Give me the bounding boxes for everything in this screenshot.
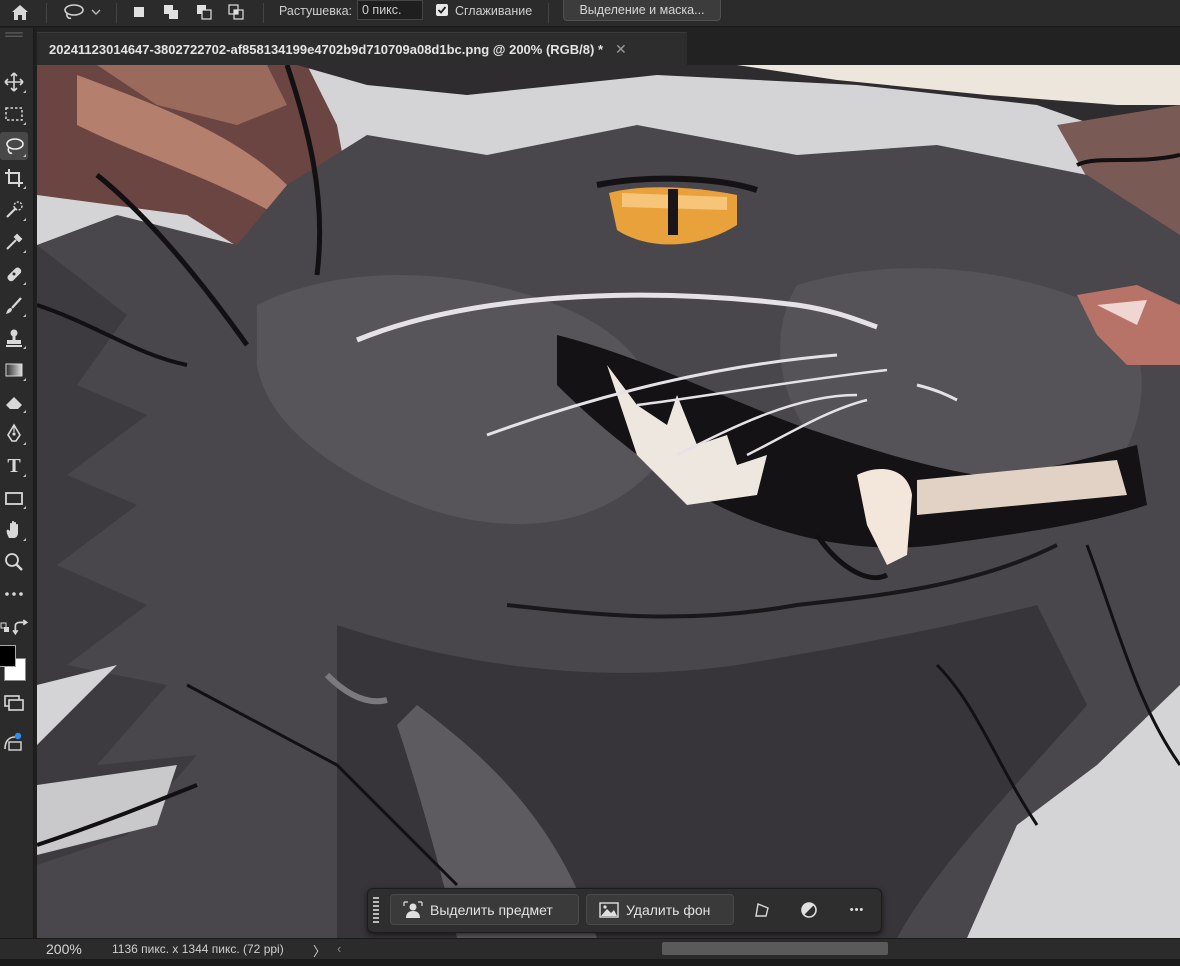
swap-colors-button[interactable] (12, 619, 30, 636)
adjustment-button[interactable] (796, 897, 822, 923)
eraser-tool[interactable] (0, 388, 28, 416)
contextual-task-bar: Выделить предмет Удалить фон ••• (367, 888, 882, 933)
bottom-edge (0, 959, 1180, 966)
artwork-image (37, 65, 1180, 938)
remove-background-label: Удалить фон (626, 901, 711, 918)
zoom-icon (5, 553, 23, 571)
zoom-level[interactable]: 200% (46, 941, 82, 957)
edit-toolbar[interactable] (0, 580, 28, 608)
horizontal-scrollbar-thumb[interactable] (662, 942, 888, 955)
more-icon[interactable]: ••• (844, 897, 870, 923)
pen-icon (7, 423, 21, 442)
document-info: 1136 пикс. x 1344 пикс. (72 ppi) (112, 942, 284, 956)
close-icon[interactable]: ✕ (615, 41, 627, 58)
lasso-icon (64, 4, 84, 20)
move-tool-icon (4, 72, 24, 92)
eyedropper-tool[interactable] (0, 228, 28, 256)
separator (116, 3, 117, 23)
separator (548, 3, 549, 23)
brush-icon (6, 297, 22, 314)
eraser-icon (6, 397, 22, 409)
scroll-left-arrow[interactable]: ‹ (337, 941, 341, 956)
crop-tool-icon (5, 169, 23, 187)
rectangle-tool[interactable] (0, 484, 28, 512)
subtract-from-selection-icon (197, 5, 212, 20)
transform-icon (755, 903, 769, 917)
clone-stamp-tool[interactable] (0, 324, 28, 352)
intersect-selection-icon (228, 4, 244, 20)
lasso-tool-icon (6, 138, 24, 154)
marquee-tool-icon (5, 107, 23, 121)
antialias-label: Сглаживание (455, 4, 533, 18)
status-menu-arrow[interactable]: 〉 (313, 941, 326, 960)
task-bar-grip[interactable] (373, 897, 379, 923)
quick-selection-tool[interactable] (0, 196, 28, 224)
add-to-selection-button[interactable] (159, 0, 183, 24)
type-icon: T (7, 454, 21, 477)
hand-tool[interactable] (0, 516, 28, 544)
transform-button[interactable] (749, 897, 775, 923)
new-selection-icon (134, 7, 144, 17)
healing-brush-tool[interactable] (0, 260, 28, 288)
document-tab[interactable]: 20241123014647-3802722702-af858134199e47… (37, 32, 687, 66)
status-bar: 200% 1136 пикс. x 1344 пикс. (72 ppi) 〉 … (0, 938, 1180, 959)
tools-panel: T (0, 28, 34, 938)
zoom-tool[interactable] (0, 548, 28, 576)
chevron-down-icon (91, 9, 101, 15)
antialias-checkbox[interactable] (436, 4, 448, 16)
screen-mode-button[interactable] (0, 728, 28, 756)
home-button[interactable] (6, 0, 34, 24)
move-tool[interactable] (0, 68, 28, 96)
eyedropper-icon (6, 233, 23, 250)
new-selection-button[interactable] (127, 0, 151, 24)
document-tab-title: 20241123014647-3802722702-af858134199e47… (49, 42, 604, 57)
quick-selection-icon (6, 201, 23, 218)
hand-icon (6, 520, 19, 538)
lasso-tool[interactable] (0, 132, 28, 160)
crop-tool[interactable] (0, 164, 28, 192)
gradient-icon (5, 363, 23, 377)
screen-mode-icon (4, 732, 22, 751)
separator (263, 3, 264, 23)
more-tools-icon (5, 592, 23, 596)
feather-label: Растушевка: (279, 4, 353, 18)
healing-brush-icon (7, 267, 22, 282)
options-bar: Растушевка: Сглаживание Выделение и маск… (0, 0, 1180, 27)
select-subject-label: Выделить предмет (430, 901, 553, 918)
gradient-tool[interactable] (0, 356, 28, 384)
foreground-color-swatch[interactable] (0, 645, 16, 667)
toolbar-grip[interactable] (0, 30, 28, 38)
swap-colors-icon (12, 619, 29, 636)
document-canvas[interactable] (37, 65, 1180, 938)
quick-mask-icon (4, 695, 24, 711)
remove-background-button[interactable]: Удалить фон (586, 894, 734, 925)
select-and-mask-button[interactable]: Выделение и маска... (563, 0, 721, 21)
subtract-selection-button[interactable] (192, 0, 216, 24)
intersect-selection-button[interactable] (224, 0, 248, 24)
remove-background-icon (599, 901, 619, 918)
type-tool[interactable]: T (0, 452, 28, 480)
pen-tool[interactable] (0, 420, 28, 448)
quick-mask-button[interactable] (0, 688, 28, 716)
adjustment-icon (801, 902, 817, 918)
default-colors-button[interactable] (0, 620, 12, 636)
rectangle-icon (5, 492, 23, 505)
default-colors-icon (0, 622, 9, 632)
document-tab-bar: 20241123014647-3802722702-af858134199e47… (37, 28, 1180, 66)
person-select-icon (403, 900, 423, 918)
select-subject-button[interactable]: Выделить предмет (390, 894, 579, 925)
add-to-selection-icon (164, 5, 178, 19)
feather-input[interactable] (357, 0, 423, 20)
separator (46, 3, 47, 23)
grip-icon (5, 32, 23, 37)
clone-stamp-icon (6, 329, 22, 347)
checkmark-icon (437, 6, 447, 14)
home-icon (12, 5, 28, 20)
marquee-tool[interactable] (0, 100, 28, 128)
tool-preset-picker[interactable] (58, 0, 106, 24)
brush-tool[interactable] (0, 292, 28, 320)
